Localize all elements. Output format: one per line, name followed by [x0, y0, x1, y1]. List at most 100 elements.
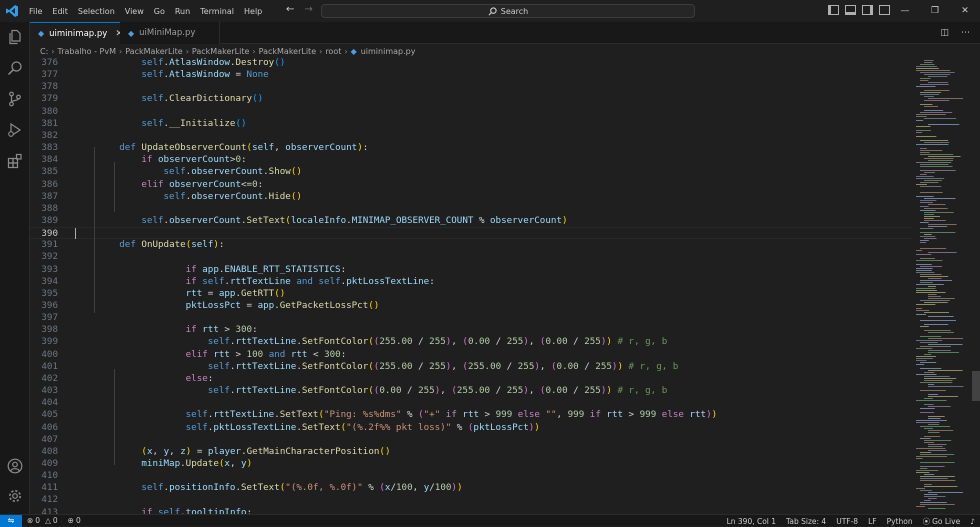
minimap[interactable] — [912, 58, 972, 514]
code-line[interactable]: 385 self.observerCount.Show() — [30, 166, 912, 178]
encoding[interactable]: UTF-8 — [831, 517, 863, 526]
code-line[interactable]: 387 self.observerCount.Hide() — [30, 191, 912, 203]
language-mode[interactable]: Python — [882, 517, 918, 526]
code-line[interactable]: 377 self.AtlasWindow = None — [30, 69, 912, 81]
menu-item-go[interactable]: Go — [149, 7, 170, 16]
code-line[interactable]: 412 — [30, 494, 912, 506]
code-line[interactable]: 402 else: — [30, 373, 912, 385]
split-editor-icon[interactable]: ◫ — [940, 28, 949, 38]
breadcrumb-item[interactable]: PackMakerLite — [192, 47, 250, 56]
code-line[interactable]: 383 def UpdateObserverCount(self, observ… — [30, 142, 912, 154]
minimap-line — [920, 466, 945, 467]
breadcrumb-item[interactable]: root — [325, 47, 341, 56]
scrollbar-thumb[interactable] — [972, 371, 980, 401]
menu-item-selection[interactable]: Selection — [73, 7, 120, 16]
minimap-line — [924, 378, 957, 379]
code-line[interactable]: 386 elif observerCount<=0: — [30, 179, 912, 191]
code-line[interactable]: 392 — [30, 251, 912, 263]
menu-item-run[interactable]: Run — [170, 7, 195, 16]
line-ending[interactable]: LF — [863, 517, 882, 526]
code-line[interactable]: 391 def OnUpdate(self): — [30, 239, 912, 251]
code-line[interactable]: 407 — [30, 434, 912, 446]
restore-icon[interactable]: ❐ — [920, 6, 950, 16]
run-debug-icon[interactable] — [6, 121, 24, 139]
code-line[interactable]: 390 — [30, 227, 912, 240]
tab-size[interactable]: Tab Size: 4 — [781, 517, 831, 526]
customize-layout-icon[interactable] — [879, 5, 890, 15]
code-line[interactable]: 405 self.rttTextLine.SetText("Ping: %s%d… — [30, 409, 912, 421]
code-line[interactable]: 408 (x, y, z) = player.GetMainCharacterP… — [30, 446, 912, 458]
code-line[interactable]: 394 if self.rttTextLine and self.pktLoss… — [30, 276, 912, 288]
more-actions-icon[interactable]: ⋯ — [961, 28, 970, 38]
minimap-line — [928, 226, 948, 227]
code-line[interactable]: 381 self.__Initialize() — [30, 118, 912, 130]
menu-item-help[interactable]: Help — [239, 7, 267, 16]
back-arrow-icon[interactable]: ← — [286, 4, 294, 15]
menu-item-terminal[interactable]: Terminal — [195, 7, 239, 16]
code-line[interactable]: 397 — [30, 312, 912, 324]
extensions-icon[interactable] — [6, 152, 24, 170]
minimap-line — [916, 250, 923, 251]
breadcrumb-item[interactable]: PackMakerLite — [259, 47, 317, 56]
source-control-icon[interactable] — [6, 90, 24, 108]
code-line[interactable]: 388 — [30, 203, 912, 215]
problems-status[interactable]: ⊗ 0 △ 0 — [22, 516, 63, 525]
search-box[interactable]: Search — [321, 4, 695, 18]
code-line[interactable]: 380 — [30, 106, 912, 118]
menu-item-edit[interactable]: Edit — [47, 7, 73, 16]
code-line[interactable]: 378 — [30, 81, 912, 93]
code-line[interactable]: 406 self.pktLossTextLine.SetText("(%.2f%… — [30, 422, 912, 434]
close-window-icon[interactable]: ✕ — [950, 6, 980, 16]
minimap-line — [924, 442, 935, 443]
code-line[interactable]: 410 — [30, 470, 912, 482]
vertical-scrollbar[interactable] — [972, 58, 980, 514]
notifications-bell-icon[interactable]: ♪ — [965, 517, 980, 526]
forward-arrow-icon[interactable]: → — [304, 4, 312, 15]
code-line[interactable]: 401 self.rttTextLine.SetFontColor((255.0… — [30, 361, 912, 373]
breadcrumb-item[interactable]: Trabalho - PvM — [57, 47, 116, 56]
toggle-secondary-sidebar-icon[interactable] — [862, 5, 873, 15]
code-line[interactable]: 395 rtt = app.GetRTT() — [30, 288, 912, 300]
code-line[interactable]: 384 if observerCount>0: — [30, 154, 912, 166]
code-line[interactable]: 393 if app.ENABLE_RTT_STATISTICS: — [30, 264, 912, 276]
error-count: 0 — [35, 516, 41, 525]
breadcrumb-item[interactable]: uiminimap.py — [361, 47, 416, 56]
tab-uiminimap[interactable]: ◆ uiminimap.py ✕ — [30, 22, 123, 44]
menu-item-file[interactable]: File — [24, 7, 47, 16]
code-line[interactable]: 400 elif rtt > 100 and rtt < 300: — [30, 349, 912, 361]
code-line[interactable]: 403 self.rttTextLine.SetFontColor((0.00 … — [30, 385, 912, 397]
menu-item-view[interactable]: View — [120, 7, 149, 16]
code-editor[interactable]: 376 self.AtlasWindow.Destroy() 377 self.A… — [30, 58, 980, 514]
settings-gear-icon[interactable] — [6, 487, 24, 505]
code-line[interactable]: 398 if rtt > 300: — [30, 324, 912, 336]
minimap-line — [928, 296, 941, 297]
code-line[interactable]: 411 self.positionInfo.SetText("(%.0f, %.… — [30, 482, 912, 494]
code-line[interactable]: 409 miniMap.Update(x, y) — [30, 458, 912, 470]
code-line[interactable]: 379 self.ClearDictionary() — [30, 93, 912, 105]
breadcrumb-item[interactable]: C: — [40, 47, 48, 56]
cursor-position[interactable]: Ln 390, Col 1 — [722, 517, 781, 526]
minimize-icon[interactable]: — — [890, 6, 920, 16]
search-sidebar-icon[interactable] — [6, 59, 24, 77]
toggle-sidebar-icon[interactable] — [828, 5, 839, 15]
remote-indicator-icon[interactable]: ⇋ — [0, 514, 22, 527]
tab-uiminimap-capital[interactable]: ◆ uiMiniMap.py — [120, 22, 220, 44]
code-line[interactable]: 404 — [30, 397, 912, 409]
code-line[interactable]: 389 self.observerCount.SetText(localeInf… — [30, 215, 912, 227]
code-line[interactable]: 382 — [30, 130, 912, 142]
go-live-button[interactable]: ⦿ Go Live — [918, 516, 966, 527]
toggle-panel-icon[interactable] — [845, 5, 856, 15]
code-line[interactable]: 413 if self.tooltipInfo: — [30, 507, 912, 514]
code-token: self — [252, 142, 275, 154]
code-line[interactable]: 396 pktLossPct = app.GetPacketLossPct() — [30, 300, 912, 312]
breadcrumb-item[interactable]: PackMakerLite — [125, 47, 183, 56]
account-icon[interactable] — [6, 457, 24, 475]
code-line[interactable]: 376 self.AtlasWindow.Destroy() — [30, 58, 912, 69]
explorer-icon[interactable] — [6, 28, 24, 46]
ports-status[interactable]: ⊕ 0 — [63, 516, 86, 525]
code-line[interactable]: 399 self.rttTextLine.SetFontColor((255.0… — [30, 336, 912, 348]
minimap-line — [920, 336, 942, 337]
title-bar: File Edit Selection View Go Run Terminal Help ←… — [0, 0, 980, 22]
code-token: () — [252, 93, 264, 105]
